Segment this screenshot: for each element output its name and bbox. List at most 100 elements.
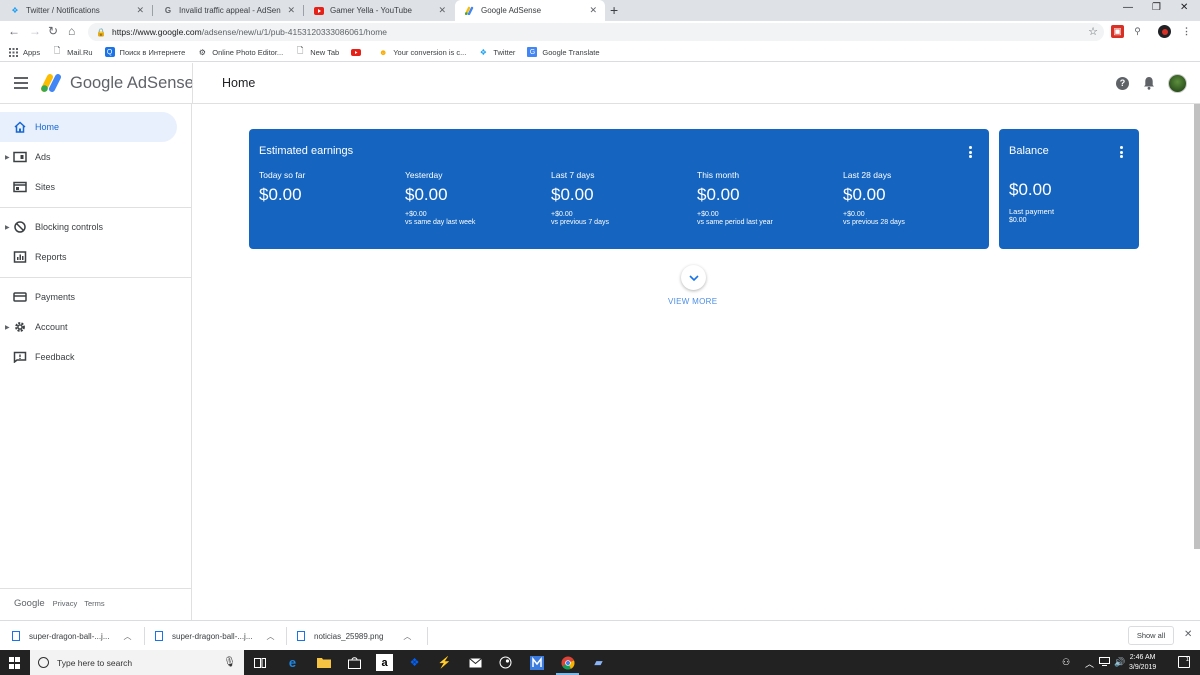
expand-arrow-icon[interactable]: ▶: [5, 154, 10, 161]
sidebar-item-sites[interactable]: Sites: [0, 172, 177, 202]
steam-icon[interactable]: [497, 654, 514, 671]
sidebar-item-payments[interactable]: Payments: [0, 282, 177, 312]
download-item[interactable]: super-dragon-ball-...j... ︿: [155, 627, 274, 645]
sidebar-item-reports[interactable]: Reports: [0, 242, 177, 272]
notifications-bell-icon[interactable]: [1143, 76, 1155, 95]
bookmark-label: Google Translate: [542, 47, 600, 57]
bookmark-star-icon[interactable]: ☆: [1088, 25, 1098, 38]
task-view-icon[interactable]: [251, 654, 268, 671]
bookmark-apps[interactable]: Apps: [8, 47, 40, 57]
bookmark-photo-editor[interactable]: ⚙ Online Photo Editor...: [197, 47, 283, 57]
download-item[interactable]: noticias_25989.png ︿: [297, 627, 411, 645]
close-tab-icon[interactable]: ✕: [287, 5, 295, 16]
system-clock[interactable]: 2:46 AM 3/9/2019: [1129, 653, 1156, 673]
sidebar-item-home[interactable]: Home: [0, 112, 177, 142]
back-arrow-icon[interactable]: ←: [8, 24, 20, 38]
people-icon[interactable]: ⚇: [1062, 657, 1070, 668]
network-icon[interactable]: [1099, 657, 1110, 668]
view-more-button[interactable]: [681, 265, 706, 290]
file-explorer-icon[interactable]: [315, 654, 332, 671]
chrome-icon[interactable]: [556, 654, 579, 675]
tab-twitter[interactable]: ❖ Twitter / Notifications ✕: [0, 0, 152, 21]
dropbox-icon[interactable]: ❖: [406, 654, 423, 671]
mail-icon[interactable]: [467, 654, 484, 671]
new-tab-button[interactable]: +: [610, 2, 618, 18]
bookmark-youtube[interactable]: [351, 47, 366, 57]
bookmark-google-translate[interactable]: G Google Translate: [527, 47, 600, 57]
address-bar[interactable]: 🔒 https://www.google.com/adsense/new/u/1…: [88, 23, 1104, 41]
more-options-icon[interactable]: [1120, 146, 1123, 160]
metric-last-28-days[interactable]: Last 28 days $0.00 +$0.00 vs previous 28…: [843, 170, 905, 226]
adsense-logo[interactable]: Google AdSense: [40, 73, 194, 93]
extension-icon[interactable]: ▣: [1111, 25, 1124, 38]
terms-link[interactable]: Terms: [84, 599, 104, 608]
download-item[interactable]: super-dragon-ball-...j... ︿: [12, 627, 131, 645]
account-avatar[interactable]: [1168, 74, 1187, 93]
privacy-link[interactable]: Privacy: [53, 599, 78, 608]
chevron-up-icon[interactable]: ︿: [403, 631, 411, 642]
restore-icon[interactable]: ❐: [1152, 2, 1161, 13]
chevron-up-icon[interactable]: ︿: [266, 631, 274, 642]
metric-last-7-days[interactable]: Last 7 days $0.00 +$0.00 vs previous 7 d…: [551, 170, 609, 226]
microphone-icon[interactable]: 🎙: [223, 657, 236, 668]
twitter-icon: ❖: [11, 6, 19, 15]
more-options-icon[interactable]: [969, 146, 972, 160]
tab-adsense-appeal[interactable]: G Invalid traffic appeal - AdSense H ✕: [153, 0, 303, 21]
action-center-icon[interactable]: 1: [1178, 656, 1190, 668]
menu-icon[interactable]: [14, 77, 28, 92]
browser-tab-strip: ❖ Twitter / Notifications ✕ G Invalid tr…: [0, 0, 1200, 21]
forward-arrow-icon[interactable]: →: [29, 24, 41, 38]
show-hidden-icons-chevron-icon[interactable]: ︿: [1085, 657, 1094, 670]
editor-app-icon[interactable]: [528, 654, 545, 671]
metric-value: $0.00: [405, 185, 448, 204]
amazon-icon[interactable]: a: [376, 654, 393, 671]
metric-this-month[interactable]: This month $0.00 +$0.00 vs same period l…: [697, 170, 773, 226]
tab-title: Invalid traffic appeal - AdSense H: [179, 6, 281, 15]
metric-today[interactable]: Today so far $0.00: [259, 170, 305, 205]
file-icon: [155, 631, 163, 641]
bookmark-search[interactable]: Q Поиск в Интернете: [104, 47, 185, 57]
tab-google-adsense[interactable]: Google AdSense ✕: [455, 0, 605, 21]
sidebar-item-feedback[interactable]: Feedback: [0, 342, 177, 372]
download-filename: super-dragon-ball-...j...: [172, 631, 253, 641]
bookmark-conversion[interactable]: ☻ Your conversion is c...: [378, 47, 466, 57]
close-tab-icon[interactable]: ✕: [589, 5, 597, 16]
bookmark-mailru[interactable]: 🗋 Mail.Ru: [52, 46, 93, 57]
windows-start-icon[interactable]: [9, 657, 21, 669]
minimize-icon[interactable]: —: [1123, 2, 1133, 13]
metric-yesterday[interactable]: Yesterday $0.00 +$0.00 vs same day last …: [405, 170, 475, 226]
scrollbar[interactable]: [1194, 104, 1200, 549]
close-downloads-icon[interactable]: ✕: [1184, 629, 1192, 640]
volume-icon[interactable]: 🔊: [1114, 657, 1125, 668]
view-more-link[interactable]: VIEW MORE: [668, 297, 717, 306]
apps-grid-icon: [8, 47, 18, 57]
edge-icon[interactable]: e: [284, 654, 301, 671]
adsense-header: Google AdSense Home ?: [0, 63, 1200, 104]
home-button-icon[interactable]: ⌂: [68, 24, 75, 38]
tab-youtube[interactable]: Gamer Yella - YouTube ✕: [304, 0, 454, 21]
chevron-up-icon[interactable]: ︿: [123, 631, 131, 642]
chrome-menu-icon[interactable]: ⋮: [1180, 25, 1193, 38]
expand-arrow-icon[interactable]: ▶: [5, 324, 10, 331]
help-icon[interactable]: ?: [1116, 77, 1129, 90]
reload-icon[interactable]: ↻: [48, 24, 58, 38]
search-extension-icon[interactable]: ⚲: [1131, 25, 1144, 38]
cortana-icon: [38, 657, 49, 668]
close-window-icon[interactable]: ✕: [1180, 2, 1188, 13]
close-tab-icon[interactable]: ✕: [438, 5, 446, 16]
bookmark-new-tab[interactable]: 🗋 New Tab: [295, 46, 339, 57]
expand-arrow-icon[interactable]: ▶: [5, 224, 10, 231]
close-tab-icon[interactable]: ✕: [136, 5, 144, 16]
sidebar-item-label: Feedback: [35, 352, 75, 362]
notes-app-icon[interactable]: ▰: [590, 654, 607, 671]
metric-delta: +$0.00: [405, 211, 427, 218]
show-all-button[interactable]: Show all: [1128, 626, 1174, 645]
bookmark-twitter[interactable]: ❖ Twitter: [478, 47, 516, 57]
taskbar-search-input[interactable]: Type here to search 🎙: [30, 650, 244, 675]
sidebar-item-blocking-controls[interactable]: ▶ Blocking controls: [0, 212, 177, 242]
profile-icon[interactable]: [1158, 25, 1171, 38]
stylus-app-icon[interactable]: ⚡: [436, 654, 453, 671]
sidebar-item-account[interactable]: ▶ Account: [0, 312, 177, 342]
sidebar-item-ads[interactable]: ▶ Ads: [0, 142, 177, 172]
store-icon[interactable]: [346, 654, 363, 671]
